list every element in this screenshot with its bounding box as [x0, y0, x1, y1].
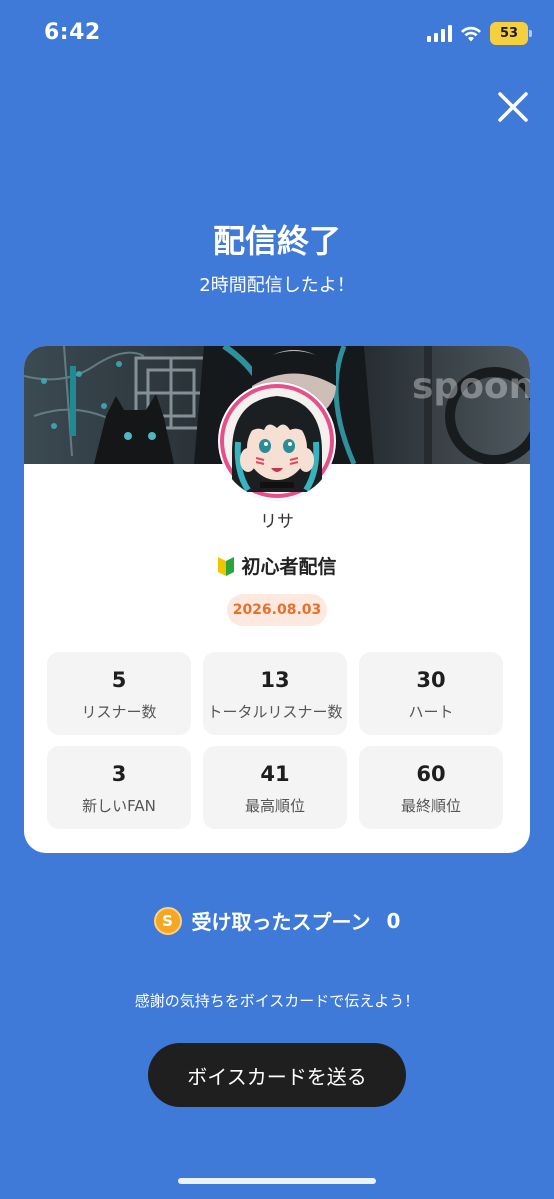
stat-listeners: 5 リスナー数	[47, 652, 191, 735]
date-badge: 2026.08.03	[227, 594, 327, 626]
stream-title-row: 初心者配信	[24, 552, 530, 579]
spoons-received-row: S 受け取ったスプーン 0	[0, 906, 554, 935]
close-icon	[498, 92, 528, 122]
stat-value: 41	[260, 762, 290, 786]
stat-label: 新しいFAN	[82, 797, 156, 815]
stat-value: 5	[111, 668, 127, 692]
stat-total-listeners: 13 トータルリスナー数	[203, 652, 347, 735]
stream-title: 初心者配信	[241, 556, 337, 578]
stat-value: 60	[416, 762, 446, 786]
stat-label: 最高順位	[244, 797, 305, 815]
avatar[interactable]	[218, 382, 336, 500]
stat-label: ハート	[408, 703, 454, 721]
stat-new-fans: 3 新しいFAN	[47, 746, 191, 829]
stat-highest-rank: 41 最高順位	[203, 746, 347, 829]
status-icons: 53	[427, 22, 532, 45]
home-indicator[interactable]	[178, 1178, 376, 1184]
page-subtitle: 2時間配信したよ！	[199, 275, 355, 296]
stats-grid: 5 リスナー数 13 トータルリスナー数 30 ハート 3 新しいFAN 41 …	[47, 652, 503, 829]
spoon-watermark: spoon	[412, 366, 530, 407]
stat-value: 13	[260, 668, 290, 692]
cellular-signal-icon	[427, 25, 452, 42]
spoon-coin-icon: S	[153, 906, 182, 935]
username: リサ	[260, 512, 294, 532]
page-title: 配信終了	[212, 222, 341, 260]
status-bar: 6:42 53	[0, 0, 554, 62]
battery-level: 53	[490, 22, 528, 45]
stat-value: 30	[416, 668, 446, 692]
battery-tip	[529, 30, 532, 37]
stat-hearts: 30 ハート	[359, 652, 503, 735]
broadcast-summary-card: spoon リサ 初心者配信 2026.08.03 5 リスナー数 13 トータ…	[24, 346, 530, 853]
stat-label: トータルリスナー数	[207, 703, 343, 721]
stat-value: 3	[111, 762, 127, 786]
stat-final-rank: 60 最終順位	[359, 746, 503, 829]
thanks-message: 感謝の気持ちをボイスカードで伝えよう！	[134, 992, 420, 1010]
close-button[interactable]	[494, 88, 532, 126]
send-voice-card-button[interactable]: ボイスカードを送る	[148, 1043, 406, 1107]
spoons-label: 受け取ったスプーン	[191, 910, 371, 934]
wifi-icon	[461, 26, 481, 41]
status-time: 6:42	[44, 20, 101, 45]
beginner-mark-icon	[218, 556, 235, 576]
battery-indicator: 53	[490, 22, 532, 45]
spoons-count: 0	[386, 908, 401, 933]
stat-label: リスナー数	[81, 703, 157, 721]
stat-label: 最終順位	[400, 797, 461, 815]
